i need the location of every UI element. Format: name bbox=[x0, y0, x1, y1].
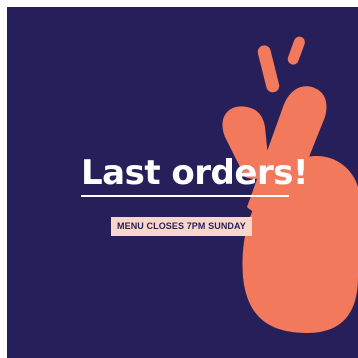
promo-card: Last orders! MENU CLOSES 7PM SUNDAY bbox=[7, 7, 358, 358]
menu-closing-badge: MENU CLOSES 7PM SUNDAY bbox=[111, 217, 252, 236]
headline-underline bbox=[81, 195, 289, 197]
headline: Last orders! bbox=[81, 153, 308, 193]
